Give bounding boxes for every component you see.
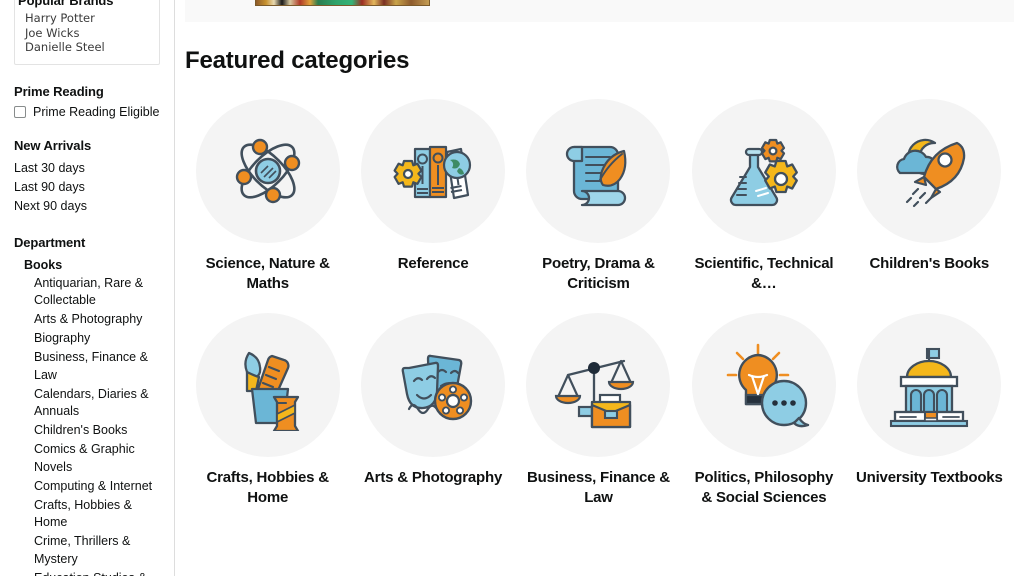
prime-reading-title: Prime Reading [14,83,104,99]
dept-item-antiquarian[interactable]: Antiquarian, Rare & Collectable [14,275,174,310]
category-icon-wrap [526,313,671,457]
category-icon-wrap [857,99,1002,243]
category-label: Scientific, Technical &… [694,255,834,292]
category-label: Politics, Philosophy & Social Sciences [694,469,834,506]
books-globe-gear-icon [393,145,472,200]
lightbulb-speech-icon [726,343,810,428]
bookstore-category-page: Popular Brands Harry Potter Joe Wicks Da… [0,0,1024,576]
dept-item-crafts-hobbies-home[interactable]: Crafts, Hobbies & Home [14,497,174,532]
rocket-moon-cloud-icon [896,138,966,208]
category-label: Business, Finance & Law [527,469,670,506]
masks-film-reel-icon [401,354,473,421]
prime-reading-checkbox[interactable] [14,105,26,118]
scroll-quill-icon [566,145,627,207]
promo-banner-strip[interactable] [185,0,1014,22]
brand-link-danielle-steel[interactable]: Danielle Steel [15,40,159,55]
dept-item-business-finance-law[interactable]: Business, Finance & Law [14,349,174,384]
new-arrivals-last-30-days[interactable]: Last 30 days [14,159,174,178]
category-card-crafts-hobbies-home[interactable]: Crafts, Hobbies & Home [185,313,350,508]
category-card-poetry-drama-criticism[interactable]: Poetry, Drama & Criticism [516,99,681,294]
scales-briefcase-icon [555,359,635,429]
dept-item-childrens-books[interactable]: Children's Books [14,422,174,440]
banner-spacer [175,22,1024,47]
dept-item-comics-graphic-novels[interactable]: Comics & Graphic Novels [14,441,174,476]
paint-brushes-icon [243,351,299,431]
category-card-arts-photography[interactable]: Arts & Photography [350,313,515,508]
category-label: Children's Books [869,255,990,272]
category-label: Poetry, Drama & Criticism [542,255,655,292]
category-icon-wrap [361,99,506,243]
featured-categories-row-1: Science, Nature & Maths Reference Poetry… [175,99,1024,294]
category-icon-wrap [691,99,836,243]
category-card-business-finance-law[interactable]: Business, Finance & Law [516,313,681,508]
prime-reading-eligible-row[interactable]: Prime Reading Eligible [14,105,174,119]
department-title: Department [14,234,86,250]
category-label: Crafts, Hobbies & Home [206,469,329,506]
brand-link-harry-potter[interactable]: Harry Potter [15,11,159,26]
category-label: Arts & Photography [364,469,503,486]
new-arrivals-last-90-days[interactable]: Last 90 days [14,178,174,197]
category-icon-wrap [195,313,340,457]
category-card-childrens-books[interactable]: Children's Books [847,99,1012,294]
category-icon-wrap [691,313,836,457]
atom-icon [235,138,300,204]
brand-link-joe-wicks[interactable]: Joe Wicks [15,26,159,41]
university-building-icon [890,347,969,428]
dept-item-crime-thrillers-mystery[interactable]: Crime, Thrillers & Mystery [14,533,174,568]
featured-categories-heading: Featured categories [185,47,410,74]
category-icon-wrap [195,99,340,243]
category-label: Science, Nature & Maths [205,255,330,292]
promo-banner-image [255,0,430,6]
category-card-scientific-technical[interactable]: Scientific, Technical &… [681,99,846,294]
category-icon-wrap [361,313,506,457]
prime-reading-checkbox-label: Prime Reading Eligible [33,104,160,119]
dept-item-education-studies[interactable]: Education Studies & Teaching [14,570,174,576]
new-arrivals-next-90-days[interactable]: Next 90 days [14,197,174,216]
category-icon-wrap [857,313,1002,457]
popular-brands-box: Popular Brands Harry Potter Joe Wicks Da… [14,0,160,65]
category-icon-wrap [526,99,671,243]
department-root-books[interactable]: Books [14,256,174,275]
category-card-university-textbooks[interactable]: University Textbooks [847,313,1012,508]
dept-item-biography[interactable]: Biography [14,330,174,348]
dept-item-arts-photography[interactable]: Arts & Photography [14,311,174,329]
category-label: Reference [397,255,469,272]
dept-item-computing-internet[interactable]: Computing & Internet [14,478,174,496]
filters-sidebar: Popular Brands Harry Potter Joe Wicks Da… [0,0,175,576]
flask-gears-icon [729,138,798,207]
dept-item-calendars-diaries[interactable]: Calendars, Diaries & Annuals [14,386,174,421]
category-label: University Textbooks [855,469,1003,486]
category-card-reference[interactable]: Reference [350,99,515,294]
popular-brands-title: Popular Brands [18,0,114,8]
category-card-science-nature-maths[interactable]: Science, Nature & Maths [185,99,350,294]
new-arrivals-title: New Arrivals [14,137,92,153]
main-content: Featured categories Science, Nature & Ma… [175,0,1024,576]
category-card-politics-philosophy[interactable]: Politics, Philosophy & Social Sciences [681,313,846,508]
featured-categories-row-2: Crafts, Hobbies & Home Arts & Photograph… [175,313,1024,508]
